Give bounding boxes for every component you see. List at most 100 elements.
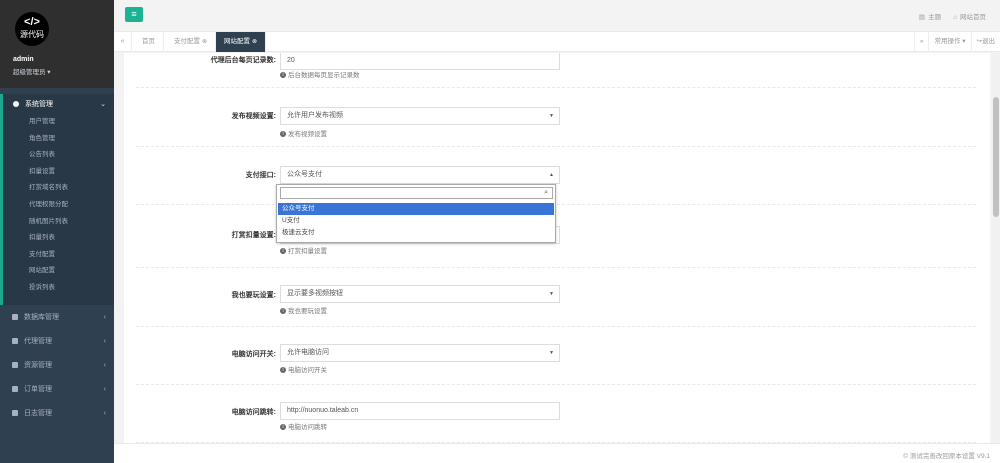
database-icon — [12, 314, 18, 320]
scrollbar-thumb[interactable] — [993, 97, 999, 217]
chevron-left-icon: ‹ — [103, 361, 106, 369]
users-icon — [12, 338, 18, 344]
sidebar-item-deduct-list[interactable]: 扣量列表 — [3, 230, 114, 247]
field-label: 我也要玩设置: — [231, 292, 276, 299]
topbar-links: ▤ 主题 ⌂ 网站首页 — [919, 11, 986, 21]
tabs-scroll-left-button[interactable]: « — [114, 32, 132, 52]
files-icon — [12, 362, 18, 368]
help-text-label: 打赏扣量设置 — [288, 248, 327, 255]
caret-down-icon: ▼ — [549, 350, 554, 356]
sidebar-item-site-config[interactable]: 网站配置 — [3, 263, 114, 280]
dropdown-option-jisuyun[interactable]: 极速云支付 — [278, 227, 554, 239]
sidebar-item-notices[interactable]: 公告列表 — [3, 147, 114, 164]
form-row-reward-deduct: 打赏扣量设置: i 打赏扣量设置 — [136, 205, 976, 268]
logo-code: </> — [24, 16, 40, 28]
sidebar-item-users[interactable]: 用户管理 — [3, 114, 114, 131]
sidebar-item-random-images[interactable]: 随机图片列表 — [3, 214, 114, 231]
info-icon: i — [280, 367, 286, 374]
help-text-label: 发布视频设置 — [288, 131, 327, 138]
home-icon: ⌂ — [953, 14, 957, 21]
log-icon — [12, 410, 18, 416]
sidebar-header: </> 源代码 admin 超级管理员 ▾ — [0, 0, 114, 88]
publish-video-select[interactable]: 允许用户发布视频 ▼ — [280, 107, 560, 125]
select-value: 公众号支付 — [287, 171, 322, 178]
home-label: 网站首页 — [960, 14, 986, 21]
sidebar-item-roles[interactable]: 角色管理 — [3, 131, 114, 148]
chevron-left-icon: ‹ — [103, 337, 106, 345]
menu-resources[interactable]: 资源管理 ‹ — [0, 353, 114, 377]
chevron-down-icon: ⌄ — [100, 101, 106, 108]
menu-orders[interactable]: 订单管理 ‹ — [0, 377, 114, 401]
info-icon: i — [280, 308, 286, 315]
menu-resources-label: 资源管理 — [24, 362, 52, 369]
chevron-left-icon: ‹ — [103, 313, 106, 321]
tab-site-config[interactable]: 网站配置 ⊗ — [216, 32, 267, 52]
logout-button[interactable]: ↪退出 — [970, 32, 1000, 52]
sidebar-item-deduct-settings[interactable]: 扣量设置 — [3, 164, 114, 181]
payment-dropdown: ⌕ 公众号支付 U支付 极速云支付 — [276, 184, 556, 243]
gear-icon — [13, 101, 19, 107]
hamburger-icon: ≡ — [131, 9, 137, 19]
select-value: 允许用户发布视频 — [287, 112, 343, 119]
close-icon[interactable]: ⊗ — [202, 39, 207, 45]
menu-agents-label: 代理管理 — [24, 338, 52, 345]
tab-site-config-label: 网站配置 — [224, 38, 250, 45]
menu-toggle-button[interactable]: ≡ — [125, 7, 143, 22]
form-row-publish-video: 发布视频设置: 允许用户发布视频 ▼ i 发布视频设置 — [136, 88, 976, 147]
logo: </> 源代码 — [15, 12, 49, 46]
tab-payment-config[interactable]: 支付配置 ⊗ — [166, 32, 217, 52]
sidebar-item-agent-permissions[interactable]: 代理权限分配 — [3, 197, 114, 214]
payment-select[interactable]: 公众号支付 ▲ — [280, 166, 560, 184]
field-label: 支付接口: — [245, 172, 276, 179]
dropdown-search-input[interactable]: ⌕ — [280, 187, 553, 199]
tabs-scroll-right-button[interactable]: » — [913, 32, 929, 52]
user-role-dropdown[interactable]: 超级管理员 ▾ — [13, 66, 51, 76]
sidebar-item-payment-config[interactable]: 支付配置 — [3, 247, 114, 264]
caret-up-icon: ▲ — [549, 172, 554, 178]
caret-down-icon: ▼ — [549, 113, 554, 119]
theme-label: 主题 — [928, 14, 942, 21]
common-ops-dropdown[interactable]: 常用操作 ▾ — [928, 32, 970, 52]
scrollbar[interactable] — [992, 53, 1000, 443]
theme-link[interactable]: ▤ 主题 — [919, 11, 941, 21]
menu-system-header[interactable]: 系统管理 ⌄ — [3, 94, 114, 114]
help-text: i 发布视频设置 — [280, 128, 327, 138]
dropdown-option-wechat[interactable]: 公众号支付 — [278, 203, 554, 215]
sidebar-item-reward-domains[interactable]: 打赏域名列表 — [3, 180, 114, 197]
form-row-page-size: 代理后台每页记录数: 20 i 后台数据每页显示记录数 — [136, 53, 976, 88]
footer-text: © 测试完善改回原本设置 V9.1 — [903, 453, 990, 460]
menu-agents[interactable]: 代理管理 ‹ — [0, 329, 114, 353]
settings-form: 代理后台每页记录数: 20 i 后台数据每页显示记录数 发布视频设置: 允许用户发… — [124, 53, 990, 443]
info-icon: i — [280, 248, 286, 255]
search-icon: ⌕ — [544, 189, 548, 196]
tabs-bar: « 首页 支付配置 ⊗ 网站配置 ⊗ » 常用操作 ▾ ↪退出 — [114, 32, 1000, 52]
field-label: 打赏扣量设置: — [231, 232, 276, 239]
help-text: i 打赏扣量设置 — [280, 245, 327, 255]
select-value: 显示要多视频按钮 — [287, 290, 343, 297]
field-label: 电脑访问开关: — [231, 351, 276, 358]
help-text: i 我也要玩设置 — [280, 305, 327, 315]
logo-text: 源代码 — [20, 30, 44, 39]
close-icon[interactable]: ⊗ — [252, 39, 257, 45]
field-label: 发布视频设置: — [231, 113, 276, 120]
menu-database[interactable]: 数据库管理 ‹ — [0, 305, 114, 329]
dropdown-option-upay[interactable]: U支付 — [278, 215, 554, 227]
form-row-payment: 支付接口: 公众号支付 ▲ — [136, 147, 976, 205]
form-row-pc-redirect: 电脑访问跳转: http://nuonuo.taleab.cn i 电脑访问跳转 — [136, 385, 976, 443]
also-play-select[interactable]: 显示要多视频按钮 ▼ — [280, 285, 560, 303]
form-row-also-play: 我也要玩设置: 显示要多视频按钮 ▼ i 我也要玩设置 — [136, 268, 976, 327]
pc-access-select[interactable]: 允许电脑访问 ▼ — [280, 344, 560, 362]
tab-home-label: 首页 — [142, 38, 155, 45]
user-name: admin — [13, 56, 34, 63]
info-icon: i — [280, 131, 286, 138]
pc-redirect-input[interactable]: http://nuonuo.taleab.cn — [280, 402, 560, 420]
info-icon: i — [280, 72, 286, 79]
menu-logs[interactable]: 日志管理 ‹ — [0, 401, 114, 425]
page-size-input[interactable]: 20 — [280, 53, 560, 70]
sidebar-item-complaints[interactable]: 投诉列表 — [3, 280, 114, 297]
info-icon: i — [280, 424, 286, 431]
chevron-left-icon: ‹ — [103, 385, 106, 393]
tab-home[interactable]: 首页 — [134, 32, 164, 52]
sidebar: </> 源代码 admin 超级管理员 ▾ 系统管理 ⌄ 用户管理 角色管理 公… — [0, 0, 114, 463]
home-link[interactable]: ⌂ 网站首页 — [953, 11, 986, 21]
